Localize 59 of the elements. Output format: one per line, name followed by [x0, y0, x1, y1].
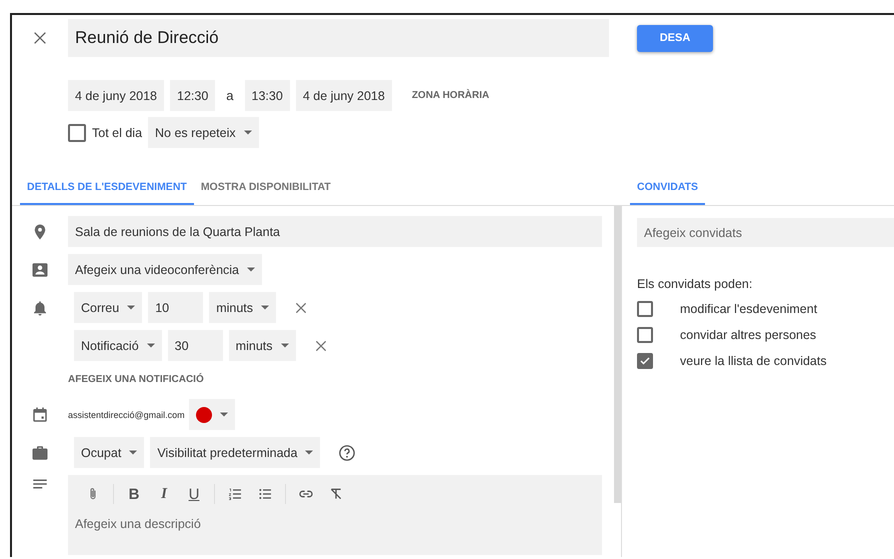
- underline-button[interactable]: U: [184, 486, 204, 502]
- caret-icon: [129, 450, 138, 455]
- scrollbar[interactable]: [614, 206, 621, 503]
- conference-dropdown[interactable]: Afegeix una videoconferència: [68, 254, 262, 285]
- caret-icon: [244, 130, 252, 135]
- separator-text: a: [226, 88, 234, 103]
- unit-dropdown[interactable]: minuts: [209, 292, 276, 323]
- contact-card-icon: [31, 260, 49, 278]
- guests-field[interactable]: Afegeix convidats: [637, 218, 894, 247]
- close-icon: [294, 300, 308, 314]
- repeat-dropdown[interactable]: No es repeteix: [148, 117, 259, 148]
- amount-field[interactable]: 10: [148, 292, 204, 323]
- caret-icon: [247, 267, 256, 272]
- caret-icon: [280, 343, 288, 348]
- italic-button[interactable]: I: [154, 486, 174, 502]
- description-placeholder: Afegeix una descripció: [75, 517, 202, 531]
- checkbox[interactable]: [637, 326, 653, 342]
- permissions-title: Els convidats poden:: [637, 277, 754, 291]
- time-zone-link[interactable]: ZONA HORÀRIA: [406, 89, 496, 102]
- unit-dropdown[interactable]: minuts: [228, 330, 296, 361]
- bold-button[interactable]: B: [124, 486, 144, 502]
- visibility-dropdown[interactable]: Visibilitat predeterminada: [150, 437, 320, 468]
- tab[interactable]: CONVIDATS: [630, 181, 706, 205]
- close-icon: [314, 338, 328, 352]
- checkbox[interactable]: [68, 124, 86, 142]
- help-icon: [338, 444, 356, 462]
- close-icon: [32, 30, 48, 46]
- check-icon: [639, 354, 651, 366]
- permission-label: veure la llista de convidats: [680, 354, 827, 368]
- description-field[interactable]: B I U Afegeix una descripció: [68, 475, 602, 555]
- tab[interactable]: DETALLS DE L'ESDEVENIMENT: [20, 181, 194, 205]
- tab[interactable]: MOSTRA DISPONIBILITAT: [194, 181, 338, 205]
- caret-icon: [127, 305, 136, 310]
- all-day-label: Tot el dia: [92, 126, 142, 140]
- briefcase-icon: [31, 444, 49, 462]
- date-field[interactable]: 4 de juny 2018: [68, 80, 164, 111]
- amount-field[interactable]: 30: [168, 330, 223, 361]
- add-notification-link[interactable]: AFEGEIX UNA NOTIFICACIÓ: [68, 374, 204, 385]
- notification-method-dropdown[interactable]: Correu: [74, 292, 142, 323]
- calendar-icon: [31, 406, 49, 424]
- account-email: assistentdirecció@gmail.com: [68, 410, 185, 420]
- permission-label: modificar l'esdeveniment: [680, 302, 818, 316]
- date-field[interactable]: 4 de juny 2018: [296, 80, 392, 111]
- checkbox[interactable]: [637, 300, 653, 316]
- caret-icon: [305, 450, 314, 455]
- checkbox[interactable]: [637, 352, 653, 368]
- location-field[interactable]: Sala de reunions de la Quarta Planta: [68, 216, 602, 247]
- availability-dropdown[interactable]: Ocupat: [74, 437, 144, 468]
- save-button[interactable]: DESA: [637, 24, 713, 52]
- time-field[interactable]: 13:30: [244, 80, 290, 111]
- calendar-color-dropdown[interactable]: [188, 399, 235, 430]
- title-field[interactable]: Reunió de Direcció: [68, 19, 609, 57]
- permission-label: convidar altres persones: [680, 328, 816, 342]
- notification-method-dropdown[interactable]: Notificació: [74, 330, 162, 361]
- caret-icon: [220, 412, 228, 417]
- time-field[interactable]: 12:30: [170, 80, 216, 111]
- caret-icon: [146, 343, 155, 348]
- caret-icon: [261, 305, 270, 310]
- bell-icon: [31, 298, 49, 316]
